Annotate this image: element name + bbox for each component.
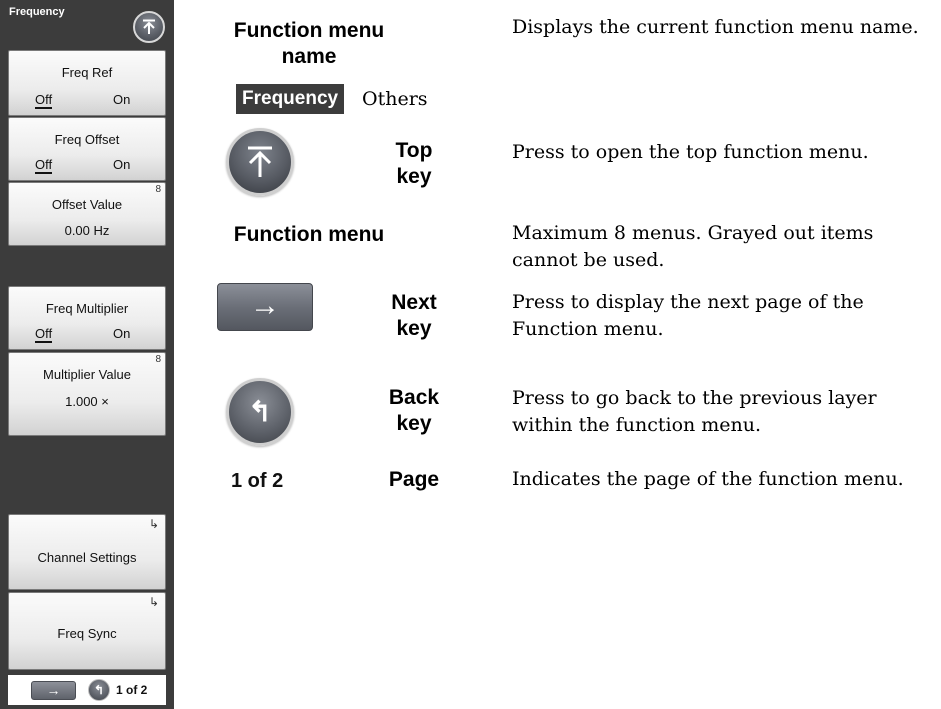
freq-offset-button[interactable]: Freq Offset Off On — [8, 117, 166, 181]
legend-next-key-label: Next key — [372, 290, 456, 342]
numeric-input-mark: 8 — [155, 184, 161, 195]
legend-back-key-label: Back key — [372, 385, 456, 437]
numeric-input-mark: 8 — [155, 354, 161, 365]
page-indicator: 1 of 2 — [116, 683, 148, 697]
multiplier-value-label: Multiplier Value — [43, 367, 131, 382]
freq-offset-off-option: Off — [35, 157, 53, 174]
freq-offset-on-option: On — [113, 157, 131, 172]
top-key-button[interactable] — [133, 11, 165, 43]
legend-back-key-desc: Press to go back to the previous layer w… — [512, 387, 877, 436]
legend-function-menu-name-label: Function menu name — [233, 19, 385, 68]
panel-header: Frequency — [0, 0, 174, 48]
freq-multiplier-off-option: Off — [35, 326, 53, 343]
channel-settings-label: Channel Settings — [37, 550, 137, 565]
function-menu-panel: Frequency Freq Ref Off On Freq Offset Of… — [0, 0, 174, 709]
next-key-illustration: → — [217, 283, 313, 331]
legend-top-key-label-line2: key — [396, 165, 432, 188]
legend-next-key-desc: Press to display the next page of the Fu… — [512, 291, 864, 340]
multiplier-value-readout: 1.000 × — [65, 394, 109, 409]
arrow-up-to-bar-icon — [143, 19, 155, 34]
page-indicator-illustration: 1 of 2 — [231, 470, 284, 492]
others-example-text: Others — [362, 88, 428, 110]
freq-multiplier-button[interactable]: Freq Multiplier Off On — [8, 286, 166, 350]
offset-value-label: Offset Value — [51, 197, 123, 212]
legend-function-menu-name-desc: Displays the current function menu name. — [512, 16, 919, 38]
function-menu-name: Frequency — [9, 6, 65, 18]
arrow-up-to-bar-icon — [248, 146, 272, 177]
legend-back-key-label-line2: key — [396, 412, 432, 435]
legend-page-label: Page — [388, 468, 440, 491]
legend-function-menu-label: Function menu — [233, 223, 385, 246]
freq-ref-label: Freq Ref — [61, 65, 113, 80]
freq-offset-label: Freq Offset — [54, 132, 120, 147]
back-key-illustration: ↰ — [226, 378, 294, 446]
freq-multiplier-on-option: On — [113, 326, 131, 341]
freq-sync-button[interactable]: ↳ Freq Sync — [8, 592, 166, 670]
legend-next-key-label-line1: Next — [391, 291, 437, 314]
offset-value-readout: 0.00 Hz — [64, 223, 110, 238]
freq-ref-off-option: Off — [35, 92, 53, 109]
legend-top-key-desc: Press to open the top function menu. — [512, 141, 869, 163]
legend-function-menu-desc: Maximum 8 menus. Grayed out items cannot… — [512, 222, 874, 271]
freq-sync-label: Freq Sync — [57, 626, 117, 641]
function-menu-name-example: Frequency — [236, 84, 345, 114]
multiplier-value-button[interactable]: 8 Multiplier Value 1.000 × — [8, 352, 166, 436]
next-key-button[interactable]: → — [31, 681, 76, 700]
legend-top-key-label-line1: Top — [395, 139, 433, 162]
panel-bottom-bar: → ↰ 1 of 2 — [8, 675, 166, 705]
legend-top-key-label: Top key — [372, 138, 456, 190]
legend-page-desc: Indicates the page of the function menu. — [512, 468, 904, 490]
legend-next-key-label-line2: key — [396, 317, 432, 340]
submenu-arrow-icon: ↳ — [148, 595, 159, 609]
back-key-button[interactable]: ↰ — [88, 679, 110, 701]
submenu-arrow-icon: ↳ — [148, 517, 159, 531]
legend-back-key-label-line1: Back — [388, 386, 440, 409]
channel-settings-button[interactable]: ↳ Channel Settings — [8, 514, 166, 590]
freq-ref-on-option: On — [113, 92, 131, 107]
top-key-illustration — [226, 128, 294, 196]
offset-value-button[interactable]: 8 Offset Value 0.00 Hz — [8, 182, 166, 246]
freq-multiplier-label: Freq Multiplier — [45, 301, 129, 316]
freq-ref-button[interactable]: Freq Ref Off On — [8, 50, 166, 116]
